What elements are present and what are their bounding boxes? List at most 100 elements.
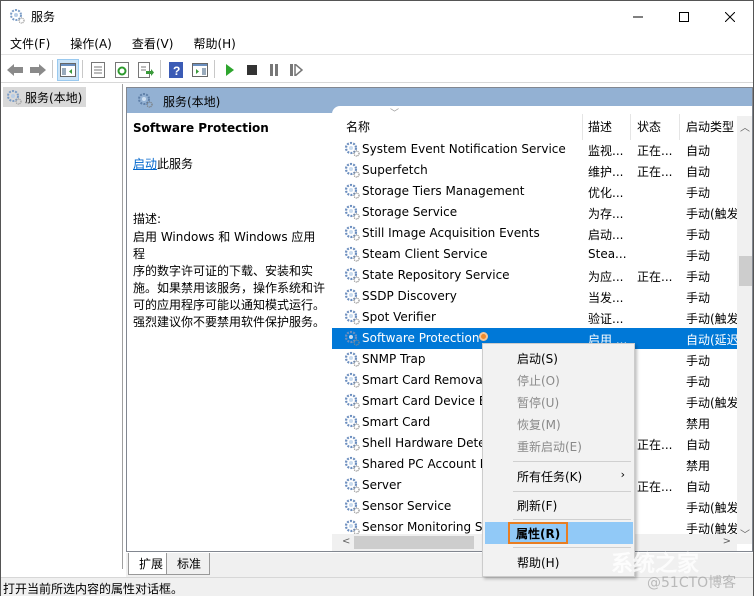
window-title: 服务 [31, 10, 56, 24]
service-status: 正在... [637, 438, 673, 452]
back-icon [7, 64, 23, 76]
service-row[interactable]: SSDP Discovery 当发... 手动 [332, 286, 752, 307]
scroll-up-icon[interactable]: ︿ [740, 119, 750, 134]
service-name: Software Protection [362, 331, 480, 345]
menu-item-label: 暂停(U) [517, 396, 560, 410]
menu-item-all-tasks[interactable]: 所有任务(K) › [485, 465, 633, 487]
service-description: 为应... [588, 270, 624, 284]
service-gear-icon [344, 414, 360, 433]
column-header-status[interactable]: 状态 [637, 118, 661, 135]
service-row[interactable]: Storage Tiers Management 优化... 手动 [332, 181, 752, 202]
services-window: 服务 文件(F) 操作(A) 查看(V) 帮助(H) ? 服务(本地) 服务(本… [0, 0, 754, 596]
start-service-button[interactable] [219, 59, 241, 81]
menu-help[interactable]: 帮助(H) [184, 32, 242, 54]
service-name: SSDP Discovery [362, 289, 457, 303]
service-gear-icon [344, 330, 360, 349]
scroll-thumb[interactable] [354, 536, 474, 549]
menu-separator [513, 461, 631, 462]
service-description: 维护... [588, 165, 624, 179]
vertical-scrollbar[interactable]: ︿ ﹀ [737, 116, 752, 544]
menu-item-help[interactable]: 帮助(H) [485, 551, 633, 573]
menu-item-refresh[interactable]: 刷新(F) [485, 494, 633, 516]
service-row[interactable]: State Repository Service 为应... 正在... 手动 [332, 265, 752, 286]
service-startup-type: 手动 [686, 186, 711, 200]
scroll-left-icon[interactable]: < [342, 536, 350, 547]
scroll-right-icon[interactable]: > [723, 536, 731, 547]
close-button[interactable] [707, 1, 753, 32]
service-description: 为存... [588, 207, 624, 221]
restart-service-button[interactable] [285, 59, 307, 81]
menu-item-properties[interactable]: 属性(R) [485, 522, 633, 544]
content-header-title: 服务(本地) [163, 95, 221, 109]
service-startup-type: 手动 [686, 249, 711, 263]
column-header-name[interactable]: 名称 [346, 118, 370, 135]
show-hide-action-pane-icon [192, 63, 208, 77]
pause-service-button[interactable] [263, 59, 285, 81]
service-row[interactable]: Spot Verifier 验证... 手动(触发 [332, 307, 752, 328]
column-divider[interactable] [582, 114, 583, 140]
column-header-description[interactable]: 描述 [588, 118, 612, 135]
start-service-link[interactable]: 启动 [133, 157, 157, 171]
column-divider[interactable] [630, 114, 631, 140]
service-gear-icon [344, 162, 360, 181]
show-hide-tree-button[interactable] [57, 59, 79, 81]
export-list-button[interactable] [135, 59, 157, 81]
service-gear-icon [344, 393, 360, 412]
sort-chevron-icon: ﹀ [390, 109, 400, 119]
menu-file[interactable]: 文件(F) [1, 32, 57, 54]
pause-service-icon [270, 64, 278, 76]
title-bar: 服务 [1, 1, 753, 32]
service-startup-type: 自动 [686, 165, 711, 179]
column-divider[interactable] [679, 114, 680, 140]
gear-services-icon [137, 92, 153, 111]
service-startup-type: 禁用 [686, 417, 711, 431]
service-name: Still Image Acquisition Events [362, 226, 540, 240]
maximize-button[interactable] [661, 1, 707, 32]
menu-item-label: 启动(S) [517, 352, 558, 366]
view-tabs: 扩展 标准 [126, 553, 753, 577]
properties-button[interactable] [87, 59, 109, 81]
scroll-down-icon[interactable]: ﹀ [740, 526, 750, 541]
service-row[interactable]: System Event Notification Service 监视... 正在… [332, 139, 752, 160]
tree-item-services-local[interactable]: 服务(本地) [3, 87, 87, 107]
service-startup-type: 手动(触发 [686, 501, 739, 515]
service-name: Storage Service [362, 205, 458, 219]
service-gear-icon [344, 225, 360, 244]
service-startup-type: 手动 [686, 270, 711, 284]
show-hide-action-pane-button[interactable] [189, 59, 211, 81]
service-gear-icon [344, 351, 360, 370]
service-description: 优化... [588, 186, 624, 200]
forward-button[interactable] [27, 59, 49, 81]
service-name: Steam Client Service [362, 247, 488, 261]
service-name: Superfetch [362, 163, 428, 177]
help-button[interactable]: ? [165, 59, 187, 81]
minimize-button[interactable] [615, 1, 661, 32]
service-name: Spot Verifier [362, 310, 436, 324]
service-row[interactable]: Still Image Acquisition Events 启动... 手动 [332, 223, 752, 244]
refresh-button[interactable] [111, 59, 133, 81]
scroll-thumb[interactable] [739, 256, 752, 286]
stop-service-icon [247, 65, 257, 75]
menu-view[interactable]: 查看(V) [123, 32, 181, 54]
menu-separator [513, 491, 631, 492]
service-startup-type: 手动 [686, 228, 711, 242]
description-label: 描述: [133, 212, 162, 226]
service-row[interactable]: Superfetch 维护... 正在... 自动 [332, 160, 752, 181]
description-line: 启用 Windows 和 Windows 应用程 [133, 230, 316, 261]
service-row[interactable]: Storage Service 为存... 手动(触发 [332, 202, 752, 223]
tree-item-label: 服务(本地) [25, 91, 83, 105]
service-row[interactable]: Steam Client Service Stea... 手动 [332, 244, 752, 265]
service-gear-icon [344, 498, 360, 517]
menu-item-start[interactable]: 启动(S) [485, 347, 633, 369]
tab-standard[interactable]: 标准 [166, 553, 211, 575]
service-name: Server [362, 478, 402, 492]
menu-action[interactable]: 操作(A) [61, 32, 119, 54]
refresh-icon [115, 62, 129, 78]
back-button[interactable] [4, 59, 26, 81]
service-status: 正在... [637, 480, 673, 494]
status-bar: 打开当前所选内容的属性对话框。 [1, 577, 753, 596]
column-header-startup-type[interactable]: 启动类型 [686, 118, 734, 135]
service-startup-type: 禁用 [686, 459, 711, 473]
stop-service-button[interactable] [241, 59, 263, 81]
close-icon [725, 11, 735, 22]
